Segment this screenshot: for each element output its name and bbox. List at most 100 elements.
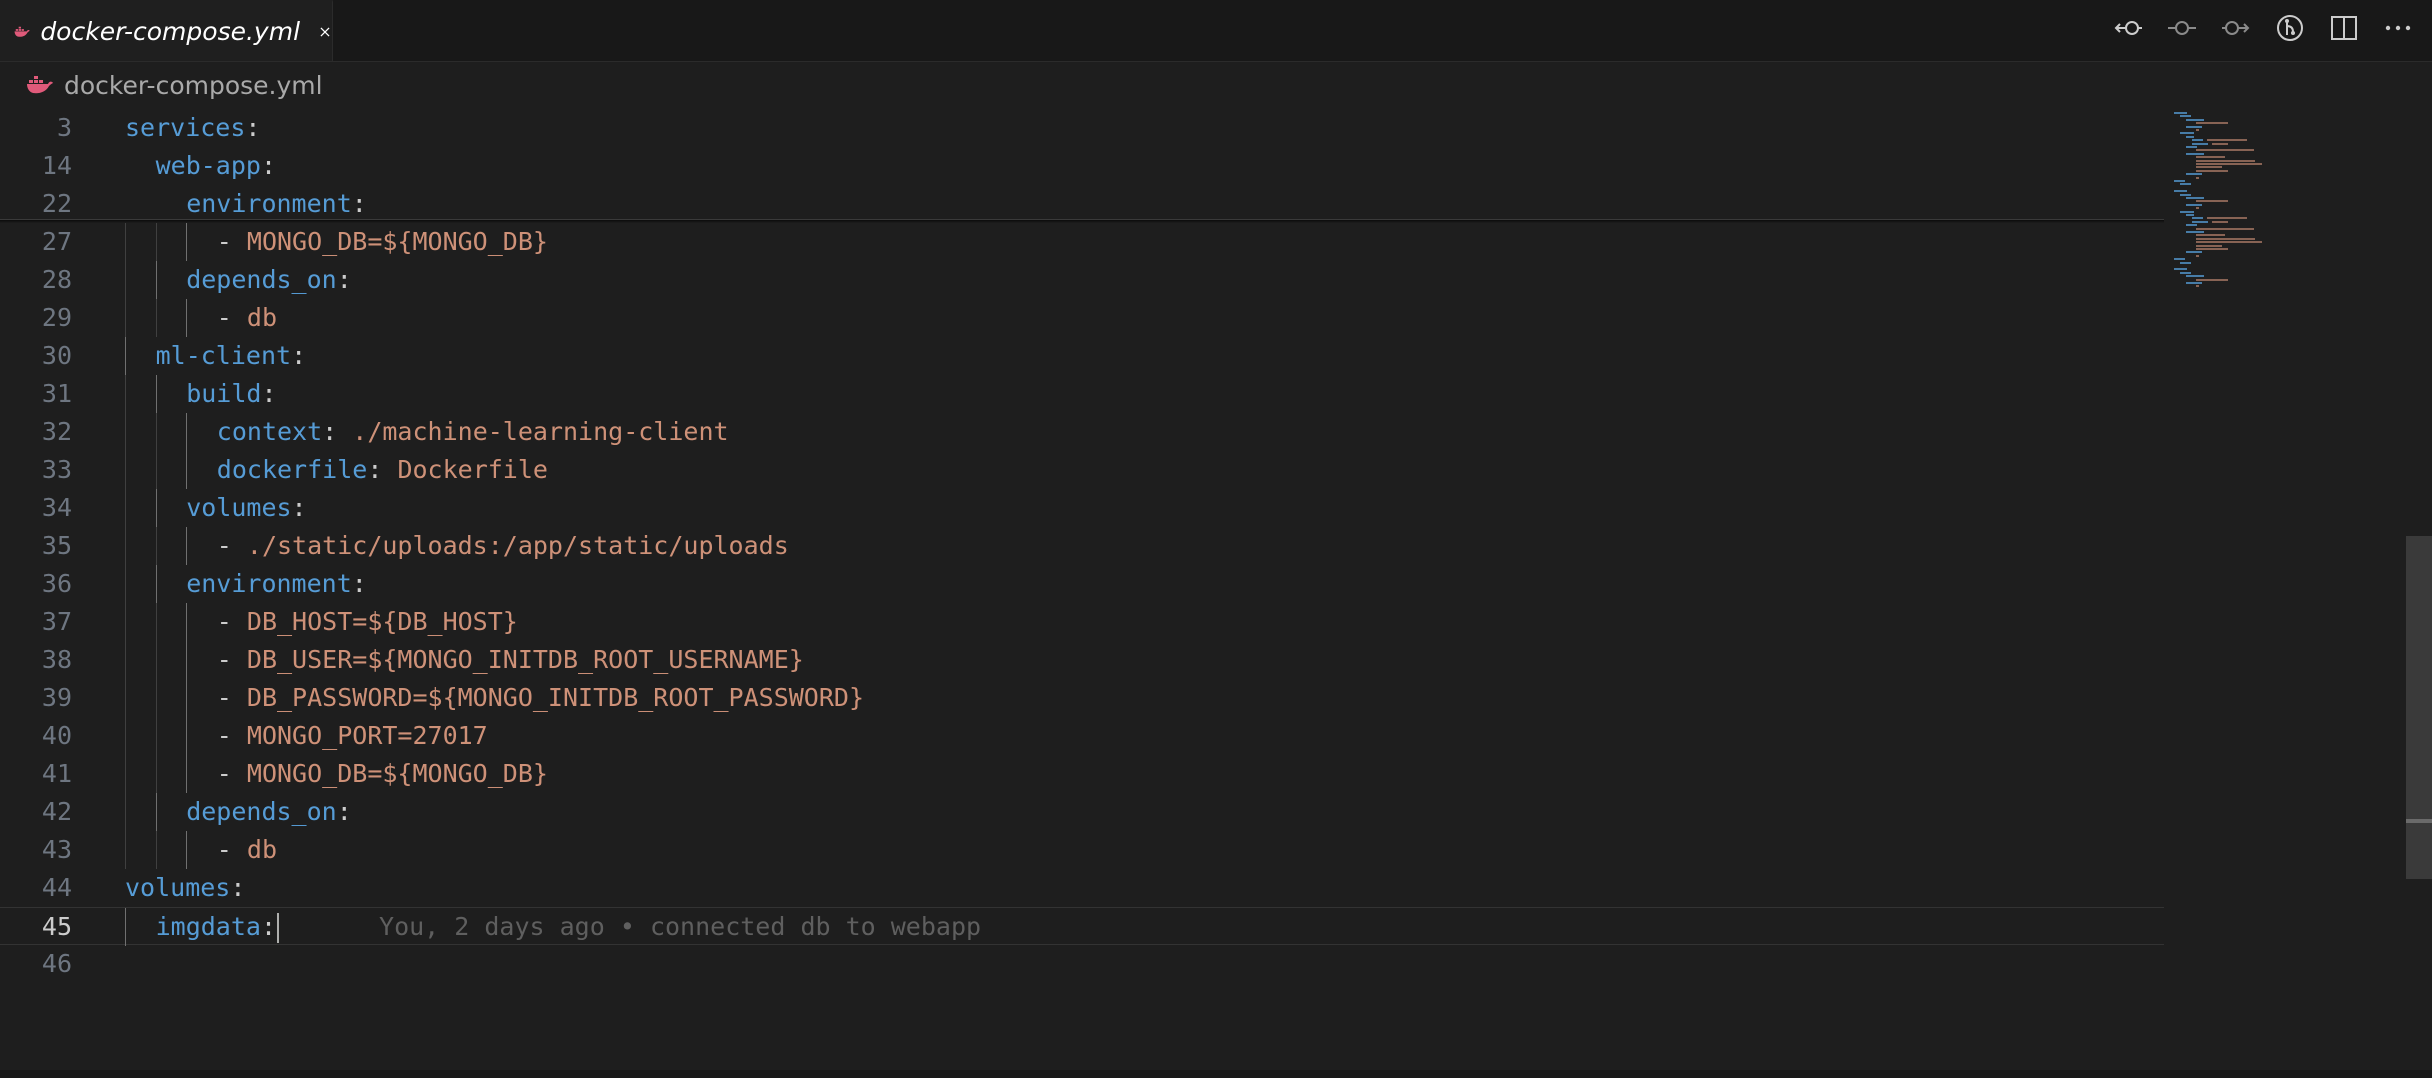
- minimap-line: [2192, 139, 2204, 142]
- code-text: - DB_HOST=${DB_HOST}: [217, 603, 518, 641]
- line-number: 29: [41, 303, 72, 332]
- code-text: web-app:: [156, 147, 276, 185]
- line-number: 42: [41, 797, 72, 826]
- code-line: 38 - DB_USER=${MONGO_INITDB_ROOT_USERNAME…: [0, 641, 2164, 679]
- minimap-line: [2196, 234, 2225, 237]
- breadcrumb-file[interactable]: docker-compose.yml: [64, 71, 323, 100]
- code-line: 27 - MONGO_DB=${MONGO_DB}: [0, 223, 2164, 261]
- minimap-line: [2207, 217, 2248, 220]
- scrollbar-thumb[interactable]: [2406, 536, 2432, 879]
- colon: :: [261, 379, 277, 408]
- indent-guide: [125, 641, 126, 679]
- minimap-line: [2192, 220, 2208, 223]
- line-number: 41: [41, 759, 72, 788]
- line-number: 34: [41, 493, 72, 522]
- more-icon: [2385, 25, 2411, 31]
- minimap-line: [2196, 227, 2254, 230]
- minimap-line: [2186, 224, 2198, 227]
- code-text: - MONGO_DB=${MONGO_DB}: [217, 755, 548, 793]
- minimap-line: [2186, 275, 2204, 278]
- git-lens-button[interactable]: [2274, 12, 2306, 44]
- line-number: 38: [41, 645, 72, 674]
- breadcrumb: docker-compose.yml: [0, 62, 2432, 108]
- indent-guide: [125, 603, 126, 641]
- indent-guide: [186, 413, 188, 451]
- colon: :: [291, 493, 307, 522]
- split-editor-icon: [2331, 16, 2357, 40]
- line-number: 33: [41, 455, 72, 484]
- indent-guide: [155, 717, 157, 755]
- line-number: 35: [41, 531, 72, 560]
- yaml-value: db: [246, 835, 278, 864]
- vertical-scrollbar[interactable]: [2406, 108, 2432, 1078]
- code-line: 41 - MONGO_DB=${MONGO_DB}: [0, 755, 2164, 793]
- minimap-line: [2196, 248, 2228, 250]
- indent-guide: [155, 831, 157, 869]
- line-number: 22: [41, 189, 72, 218]
- minimap-line: [2174, 190, 2187, 193]
- yaml-key: environment: [186, 189, 352, 218]
- minimap-line: [2192, 142, 2208, 145]
- minimap-line: [2196, 241, 2262, 244]
- yaml-value: Dockerfile: [397, 455, 548, 484]
- indent-guide: [186, 755, 188, 793]
- scrollbar-cursor-marker: [2406, 819, 2432, 823]
- indent-guide: [125, 489, 126, 527]
- indent-guide: [125, 908, 126, 946]
- minimap-line: [2212, 142, 2228, 145]
- minimap[interactable]: [2164, 108, 2404, 1078]
- indent-guide: [186, 717, 188, 755]
- tab-docker-compose[interactable]: docker-compose.yml: [0, 0, 333, 61]
- minimap-line: [2186, 203, 2202, 206]
- more-actions-button[interactable]: [2382, 12, 2414, 44]
- indent-guide: [155, 527, 157, 565]
- code-editor[interactable]: 3 services: 14 web-app: 22 environment: 27 - MO…: [0, 108, 2164, 1078]
- docker-icon: [27, 76, 53, 94]
- minimap-line: [2174, 112, 2187, 114]
- yaml-key: depends_on: [186, 797, 337, 826]
- git-commit-button[interactable]: [2166, 12, 2198, 44]
- indent-guide: [125, 793, 126, 831]
- minimap-line: [2207, 139, 2248, 142]
- yaml-key: build: [186, 379, 262, 408]
- minimap-line: [2186, 152, 2204, 155]
- code-line: 28 depends_on:: [0, 261, 2164, 299]
- indent-guide: [125, 565, 126, 603]
- code-line: 39 - DB_PASSWORD=${MONGO_INITDB_ROOT_PASS…: [0, 679, 2164, 717]
- code-line: 46: [0, 945, 2164, 983]
- colon: :: [291, 341, 307, 370]
- split-editor-button[interactable]: [2328, 12, 2360, 44]
- yaml-value: ./machine-learning-client: [352, 417, 729, 446]
- code-text: build:: [186, 375, 276, 413]
- code-text: ml-client:: [156, 337, 307, 375]
- yaml-key: dockerfile: [216, 455, 368, 484]
- minimap-line: [2186, 118, 2204, 121]
- list-dash: -: [216, 759, 247, 788]
- close-icon[interactable]: [318, 20, 332, 44]
- minimap-line: [2196, 244, 2222, 247]
- code-line: 40 - MONGO_PORT=27017: [0, 717, 2164, 755]
- go-back-change-button[interactable]: [2112, 12, 2144, 44]
- yaml-value: MONGO_DB=${MONGO_DB}: [246, 759, 548, 788]
- yaml-key: context: [216, 417, 323, 446]
- minimap-line: [2180, 271, 2192, 274]
- minimap-line: [2196, 149, 2254, 152]
- minimap-line: [2196, 285, 2200, 288]
- code-text: - db: [217, 831, 277, 869]
- git-lens-icon: [2277, 15, 2303, 41]
- minimap-line: [2186, 173, 2202, 176]
- code-text: - DB_USER=${MONGO_INITDB_ROOT_USERNAME}: [217, 641, 804, 679]
- colon: :: [336, 797, 352, 826]
- minimap-line: [2196, 237, 2256, 240]
- indent-guide: [155, 679, 157, 717]
- code-text: imgdata: You, 2 days ago • connected db t…: [156, 908, 981, 946]
- indent-guide: [125, 413, 126, 451]
- code-line: 32 context: ./machine-learning-client: [0, 413, 2164, 451]
- minimap-line: [2180, 132, 2195, 135]
- line-number: 46: [41, 949, 72, 978]
- yaml-key: services: [125, 113, 246, 142]
- go-forward-change-button[interactable]: [2220, 12, 2252, 44]
- line-number: 37: [41, 607, 72, 636]
- code-text: environment:: [186, 185, 367, 223]
- indent-guide: [155, 299, 157, 337]
